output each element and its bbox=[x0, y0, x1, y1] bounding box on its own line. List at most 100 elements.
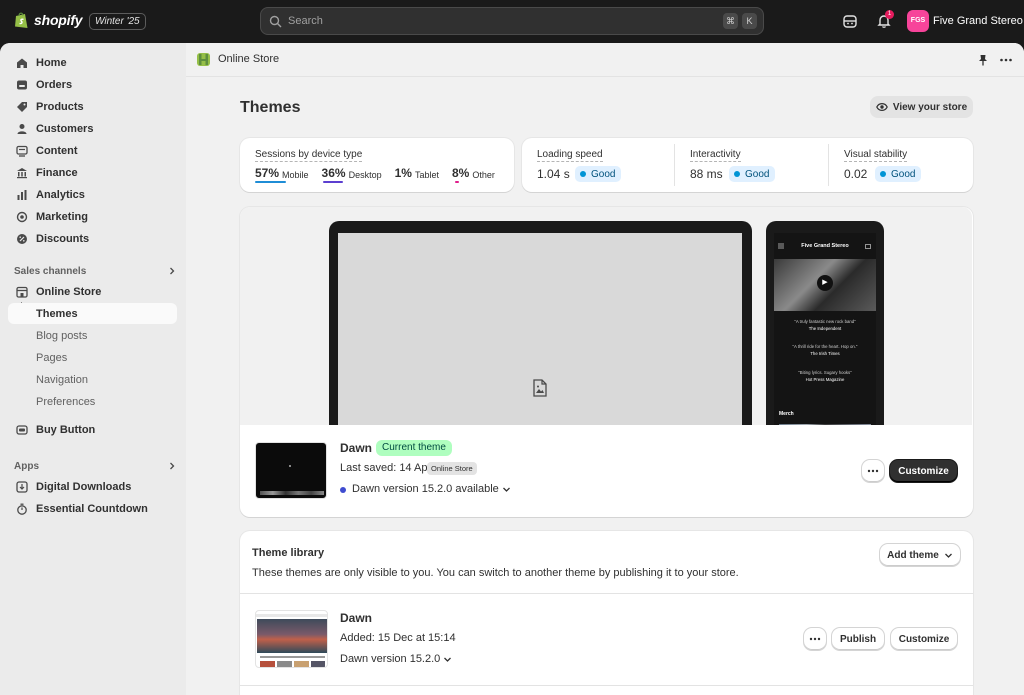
notification-badge: 1 bbox=[885, 10, 894, 19]
nav-label: Customers bbox=[36, 122, 94, 135]
nav-blog-posts[interactable]: Blog posts bbox=[8, 325, 177, 346]
bank-icon bbox=[17, 167, 27, 178]
buy-button-icon bbox=[16, 424, 28, 435]
nav-label: Essential Countdown bbox=[36, 502, 148, 515]
thumb-text bbox=[260, 656, 325, 658]
publish-button[interactable]: Publish bbox=[832, 628, 884, 650]
store-avatar[interactable]: FGS bbox=[907, 10, 929, 32]
search-input[interactable] bbox=[288, 15, 688, 27]
store-name[interactable]: Five Grand Stereo bbox=[933, 15, 1023, 27]
sessions-card: Sessions by device type 57% Mobile 36% D… bbox=[240, 138, 514, 192]
nav-buy-button[interactable]: Buy Button bbox=[8, 419, 177, 440]
breadcrumb-label[interactable]: Online Store bbox=[218, 53, 279, 65]
view-store-label: View your store bbox=[892, 101, 968, 113]
status-label: Good bbox=[591, 168, 616, 180]
library-theme-thumbnail[interactable] bbox=[255, 610, 328, 668]
tablet-label: Tablet bbox=[414, 170, 439, 180]
nav-label: Finance bbox=[36, 166, 78, 179]
nav-label: Blog posts bbox=[36, 329, 88, 342]
thumb-product bbox=[294, 661, 309, 667]
mobile-pct: 57% bbox=[255, 166, 280, 180]
current-theme-more-button[interactable] bbox=[862, 460, 884, 482]
nav-themes[interactable]: Themes bbox=[8, 303, 177, 324]
thumb-product bbox=[311, 661, 325, 667]
version-available[interactable]: Dawn version 15.2.0 available bbox=[352, 483, 499, 495]
tablet-share-bar bbox=[397, 181, 400, 183]
nav-discounts[interactable]: Discounts bbox=[8, 228, 177, 249]
nav-label: Analytics bbox=[36, 188, 85, 201]
nav-online-store[interactable]: Online Store bbox=[8, 281, 177, 302]
last-saved: Last saved: 14 Apr bbox=[340, 462, 432, 474]
nav-customers[interactable]: Customers bbox=[8, 118, 177, 139]
current-theme-thumbnail[interactable] bbox=[255, 442, 327, 499]
loading-speed-label[interactable]: Loading speed bbox=[537, 149, 603, 162]
tag-icon bbox=[17, 101, 27, 112]
library-theme-version[interactable]: Dawn version 15.2.0 bbox=[340, 653, 440, 665]
chevron-right-icon bbox=[170, 267, 175, 275]
interactivity-status: Good bbox=[729, 166, 776, 182]
breadcrumb: Online Store bbox=[186, 43, 1024, 77]
more-horizontal-icon[interactable] bbox=[999, 54, 1013, 66]
nav-essential-countdown[interactable]: Essential Countdown bbox=[8, 498, 177, 519]
target-icon bbox=[16, 211, 28, 222]
sidebar: Home Orders Products Customers Content F… bbox=[0, 43, 186, 695]
nav-home[interactable]: Home bbox=[8, 52, 177, 73]
nav-marketing[interactable]: Marketing bbox=[8, 206, 177, 227]
theme-preview[interactable]: Five Grand Stereo ▶ "A truly fantastic n… bbox=[240, 207, 972, 425]
sessions-label[interactable]: Sessions by device type bbox=[255, 149, 363, 162]
shopify-logo[interactable]: shopify bbox=[14, 11, 83, 29]
chevron-down-icon[interactable] bbox=[502, 485, 511, 494]
more-horizontal-icon bbox=[867, 469, 879, 473]
interactivity-label[interactable]: Interactivity bbox=[690, 149, 741, 162]
customize-button[interactable]: Customize bbox=[890, 460, 957, 482]
nav-products[interactable]: Products bbox=[8, 96, 177, 117]
nav-navigation[interactable]: Navigation bbox=[8, 369, 177, 390]
current-theme-name: Dawn bbox=[340, 441, 373, 455]
library-customize-button[interactable]: Customize bbox=[891, 628, 957, 650]
add-theme-button[interactable]: Add theme bbox=[880, 544, 960, 566]
visual-stability-label[interactable]: Visual stability bbox=[844, 149, 908, 162]
nav-label: Content bbox=[36, 144, 78, 157]
library-theme-more-button[interactable] bbox=[804, 628, 826, 650]
eye-icon bbox=[875, 103, 888, 111]
nav-label: Discounts bbox=[36, 232, 90, 245]
status-label: Good bbox=[891, 168, 916, 180]
content-icon bbox=[16, 145, 28, 157]
sales-channels-label: Sales channels bbox=[14, 265, 87, 277]
thumb-product bbox=[260, 661, 275, 667]
quote-source: The Irish Times bbox=[810, 351, 840, 356]
nav-orders[interactable]: Orders bbox=[8, 74, 177, 95]
tooltip: Online Store bbox=[427, 462, 477, 475]
merch-images bbox=[779, 424, 871, 425]
download-app-icon bbox=[16, 480, 28, 493]
edition-badge[interactable]: Winter '25 bbox=[89, 13, 146, 30]
sales-channels-header[interactable]: Sales channels bbox=[14, 263, 177, 279]
tablet-pct: 1% bbox=[394, 166, 412, 180]
search-bar[interactable]: ⌘ K bbox=[260, 7, 764, 35]
divider bbox=[240, 685, 973, 686]
nav-label: Digital Downloads bbox=[36, 480, 132, 493]
nav-digital-downloads[interactable]: Digital Downloads bbox=[8, 476, 177, 497]
apps-label: Apps bbox=[14, 460, 39, 472]
chevron-down-icon bbox=[944, 553, 952, 558]
web-performance-card: Loading speed 1.04 s Good Interactivity … bbox=[522, 138, 973, 192]
nav-content[interactable]: Content bbox=[8, 140, 177, 161]
view-store-button[interactable]: View your store bbox=[870, 96, 973, 118]
thumb-strip bbox=[260, 491, 324, 495]
thumb-dot bbox=[289, 465, 291, 467]
pin-icon[interactable] bbox=[977, 54, 989, 66]
nav-analytics[interactable]: Analytics bbox=[8, 184, 177, 205]
nav-finance[interactable]: Finance bbox=[8, 162, 177, 183]
nav-label: Preferences bbox=[36, 395, 96, 408]
quote-text: "Biting lyrics. Sugary hooks" bbox=[798, 370, 852, 375]
nav-preferences[interactable]: Preferences bbox=[8, 391, 177, 412]
visual-stability-status: Good bbox=[875, 166, 922, 182]
nav-label: Home bbox=[36, 56, 67, 69]
nav-pages[interactable]: Pages bbox=[8, 347, 177, 368]
shop-assistant-icon[interactable] bbox=[842, 13, 858, 29]
loading-speed-value: 1.04 s bbox=[537, 167, 570, 181]
nav-label: Navigation bbox=[36, 373, 88, 386]
apps-header[interactable]: Apps bbox=[14, 458, 177, 474]
chevron-down-icon[interactable] bbox=[443, 655, 452, 664]
page-title: Themes bbox=[240, 99, 301, 116]
